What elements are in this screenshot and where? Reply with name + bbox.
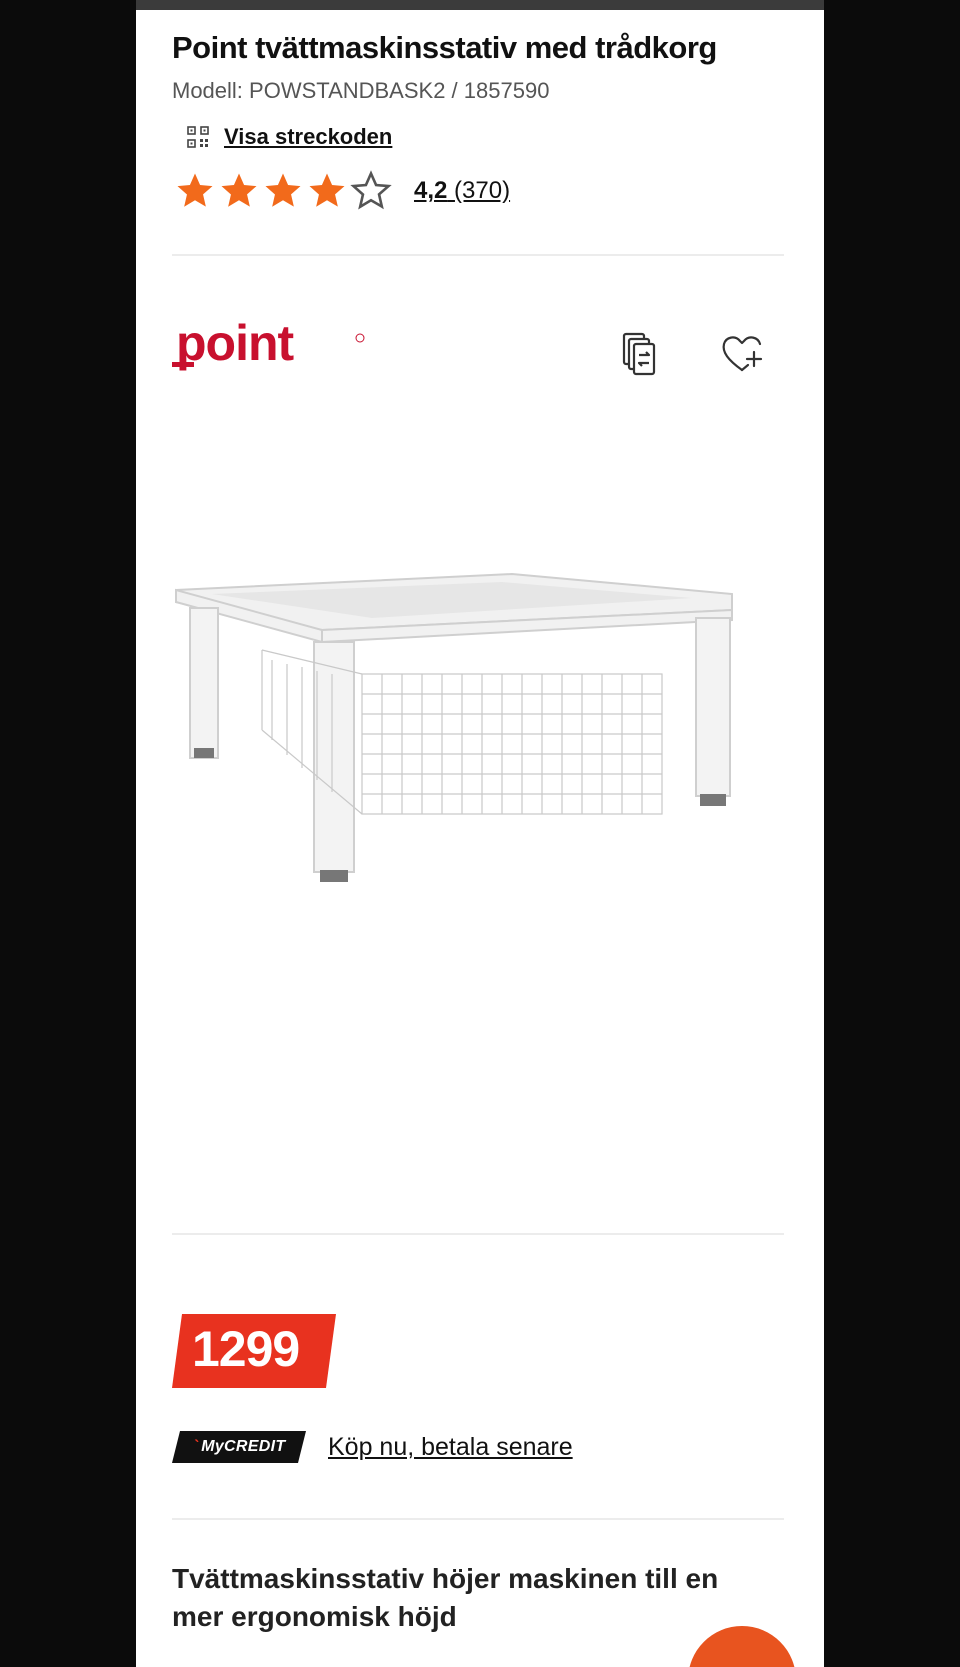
product-image [175, 572, 733, 882]
buy-now-pay-later-link[interactable]: Köp nu, betala senare [328, 1433, 573, 1462]
star-icon [177, 173, 213, 207]
divider [172, 1233, 784, 1235]
rating-count: (370) [454, 177, 511, 204]
qr-code-icon [187, 126, 209, 148]
rating-value: 4,2 [414, 177, 448, 204]
star-outline-icon [350, 170, 392, 210]
compare-icon[interactable] [616, 330, 664, 378]
mycredit-badge-text: MyCREDIT [201, 1438, 286, 1455]
price-tag: 1299 [172, 1314, 336, 1388]
divider [172, 1518, 784, 1520]
rating-stars [174, 170, 394, 212]
product-page: Point tvättmaskinsstativ med trådkorg Mo… [136, 0, 824, 1667]
rating: 4,2 (370) [174, 170, 510, 212]
show-barcode-link[interactable]: Visa streckoden [186, 124, 392, 150]
star-icon [309, 173, 345, 207]
brand-logo: point [172, 318, 365, 371]
mycredit-badge: ` MyCREDIT [172, 1431, 306, 1463]
product-title: Point tvättmaskinsstativ med trådkorg [172, 30, 717, 65]
mycredit-accent-mark: ` [192, 1438, 199, 1455]
mycredit-row: ` MyCREDIT Köp nu, betala senare [172, 1431, 573, 1463]
star-icon [265, 173, 301, 207]
status-bar [136, 0, 824, 10]
product-model: Modell: POWSTANDBASK2 / 1857590 [172, 78, 550, 103]
heart-plus-icon[interactable] [718, 330, 766, 378]
rating-link[interactable]: 4,2 (370) [414, 177, 510, 205]
star-icon [221, 173, 257, 207]
price-value: 1299 [192, 1321, 300, 1377]
show-barcode-label: Visa streckoden [224, 124, 393, 149]
divider [172, 254, 784, 256]
product-description: Tvättmaskinsstativ höjer maskinen till e… [172, 1563, 719, 1632]
